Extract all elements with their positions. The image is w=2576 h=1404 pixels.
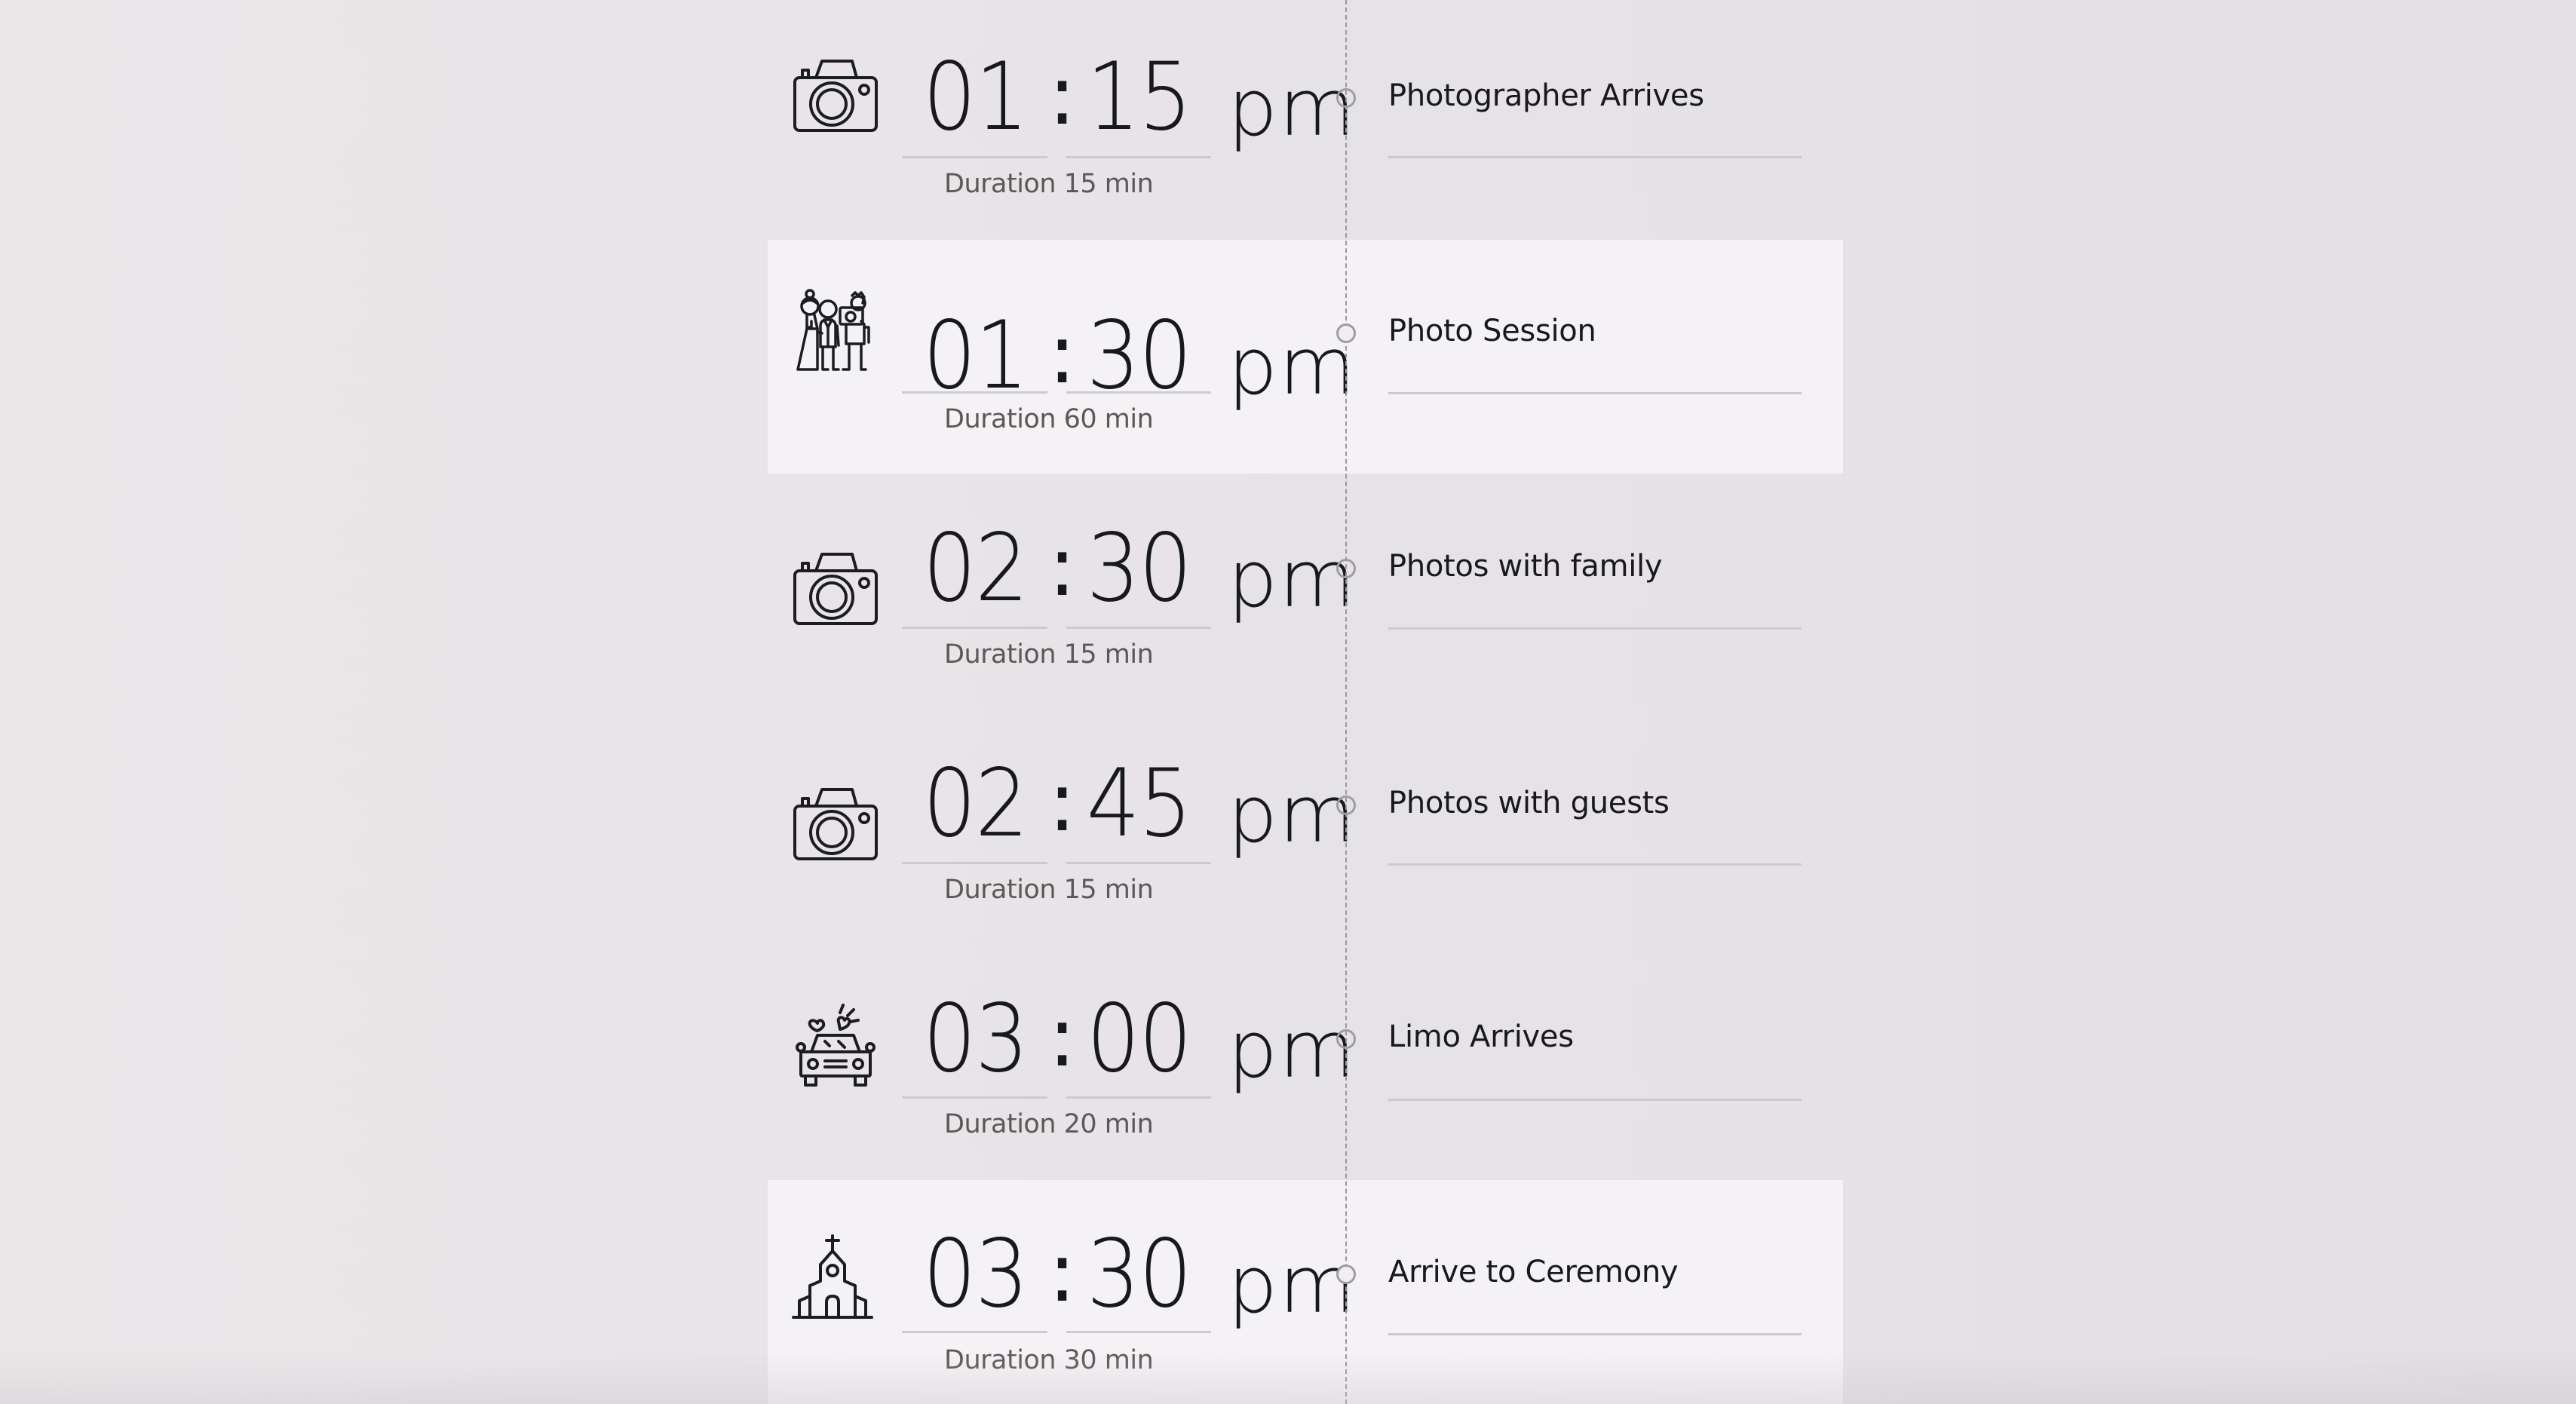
duration-label: Duration 30 min xyxy=(944,1345,1154,1375)
minutes-field[interactable]: 30 xyxy=(1073,1225,1205,1323)
event-title[interactable]: Photos with guests xyxy=(1388,786,1670,820)
ampm-field[interactable]: pm xyxy=(1228,1001,1357,1099)
time-display: 01 : 15 pm xyxy=(902,47,1356,154)
time-separator: : xyxy=(1048,989,1077,1085)
minutes-underline xyxy=(1066,1096,1211,1099)
minutes-field[interactable]: 30 xyxy=(1073,307,1205,405)
hours-underline xyxy=(902,1096,1047,1099)
hours-field[interactable]: 02 xyxy=(909,755,1041,853)
minutes-underline xyxy=(1066,156,1211,158)
title-underline xyxy=(1388,392,1802,394)
minutes-field[interactable]: 30 xyxy=(1073,520,1205,618)
duration-label: Duration 15 min xyxy=(944,875,1154,905)
duration-label: Duration 20 min xyxy=(944,1109,1154,1139)
title-underline xyxy=(1388,1099,1802,1101)
minutes-field[interactable]: 45 xyxy=(1073,755,1205,853)
time-separator: : xyxy=(1048,305,1077,402)
camera-icon xyxy=(790,544,881,634)
minutes-underline xyxy=(1066,627,1211,629)
hours-underline xyxy=(902,156,1047,158)
ampm-field[interactable]: pm xyxy=(1228,59,1357,157)
wedding-car-icon xyxy=(790,999,881,1090)
event-title[interactable]: Photo Session xyxy=(1388,314,1596,348)
ampm-field[interactable]: pm xyxy=(1228,530,1357,628)
title-underline xyxy=(1388,627,1802,630)
timeline-node xyxy=(1336,795,1356,815)
minutes-field[interactable]: 15 xyxy=(1073,48,1205,146)
timeline-node xyxy=(1336,88,1356,108)
duration-label: Duration 60 min xyxy=(944,404,1154,434)
event-title[interactable]: Limo Arrives xyxy=(1388,1019,1574,1054)
minutes-underline xyxy=(1066,1331,1211,1333)
timeline-axis xyxy=(1345,0,1347,1404)
camera-icon xyxy=(790,779,881,869)
duration-label: Duration 15 min xyxy=(944,639,1154,670)
hours-underline xyxy=(902,627,1047,629)
timeline-node xyxy=(1336,1029,1356,1049)
time-display: 02 : 45 pm xyxy=(902,753,1356,860)
time-separator: : xyxy=(1048,753,1077,850)
minutes-underline xyxy=(1066,862,1211,864)
time-separator: : xyxy=(1048,1224,1077,1320)
event-title[interactable]: Arrive to Ceremony xyxy=(1388,1255,1679,1289)
camera-icon xyxy=(790,51,881,141)
title-underline xyxy=(1388,1333,1802,1335)
schedule-row[interactable]: 01 : 15 pm Duration 15 min Photographer … xyxy=(768,0,1843,216)
schedule-row-highlighted[interactable]: 03 : 30 pm Duration 30 min Arrive to Cer… xyxy=(768,1180,1843,1404)
schedule-row[interactable]: 02 : 30 pm Duration 15 min Photos with f… xyxy=(768,474,1843,710)
time-display: 03 : 00 pm xyxy=(902,989,1356,1096)
time-separator: : xyxy=(1048,518,1077,615)
title-underline xyxy=(1388,156,1802,158)
event-title[interactable]: Photos with family xyxy=(1388,549,1663,584)
schedule-row[interactable]: 03 : 00 pm Duration 20 min Limo Arrives xyxy=(768,945,1843,1180)
event-title[interactable]: Photographer Arrives xyxy=(1388,78,1704,113)
timeline-node xyxy=(1336,559,1356,578)
time-display: 02 : 30 pm xyxy=(902,518,1356,625)
hours-underline xyxy=(902,391,1047,394)
time-display: 03 : 30 pm xyxy=(902,1224,1356,1331)
hours-field[interactable]: 02 xyxy=(909,520,1041,618)
hours-field[interactable]: 03 xyxy=(909,990,1041,1088)
wedding-party-photo-icon xyxy=(790,287,881,377)
minutes-underline xyxy=(1066,391,1211,394)
hours-field[interactable]: 01 xyxy=(909,307,1041,405)
hours-underline xyxy=(902,1331,1047,1333)
ampm-field[interactable]: pm xyxy=(1228,765,1357,863)
minutes-field[interactable]: 00 xyxy=(1073,990,1205,1088)
ampm-field[interactable]: pm xyxy=(1228,1236,1357,1334)
schedule-row[interactable]: 02 : 45 pm Duration 15 min Photos with g… xyxy=(768,710,1843,945)
hours-underline xyxy=(902,862,1047,864)
duration-label: Duration 15 min xyxy=(944,169,1154,199)
time-separator: : xyxy=(1048,47,1077,143)
wedding-schedule-timeline: 01 : 15 pm Duration 15 min Photographer … xyxy=(0,0,2576,1404)
timeline-node xyxy=(1336,1265,1356,1284)
schedule-row-highlighted[interactable]: 01 : 30 pm Duration 60 min Photo Session xyxy=(768,240,1843,474)
title-underline xyxy=(1388,863,1802,866)
hours-field[interactable]: 01 xyxy=(909,48,1041,146)
timeline-node xyxy=(1336,323,1356,343)
time-display: 01 : 30 pm xyxy=(902,305,1356,412)
church-icon xyxy=(790,1233,881,1323)
hours-field[interactable]: 03 xyxy=(909,1225,1041,1323)
